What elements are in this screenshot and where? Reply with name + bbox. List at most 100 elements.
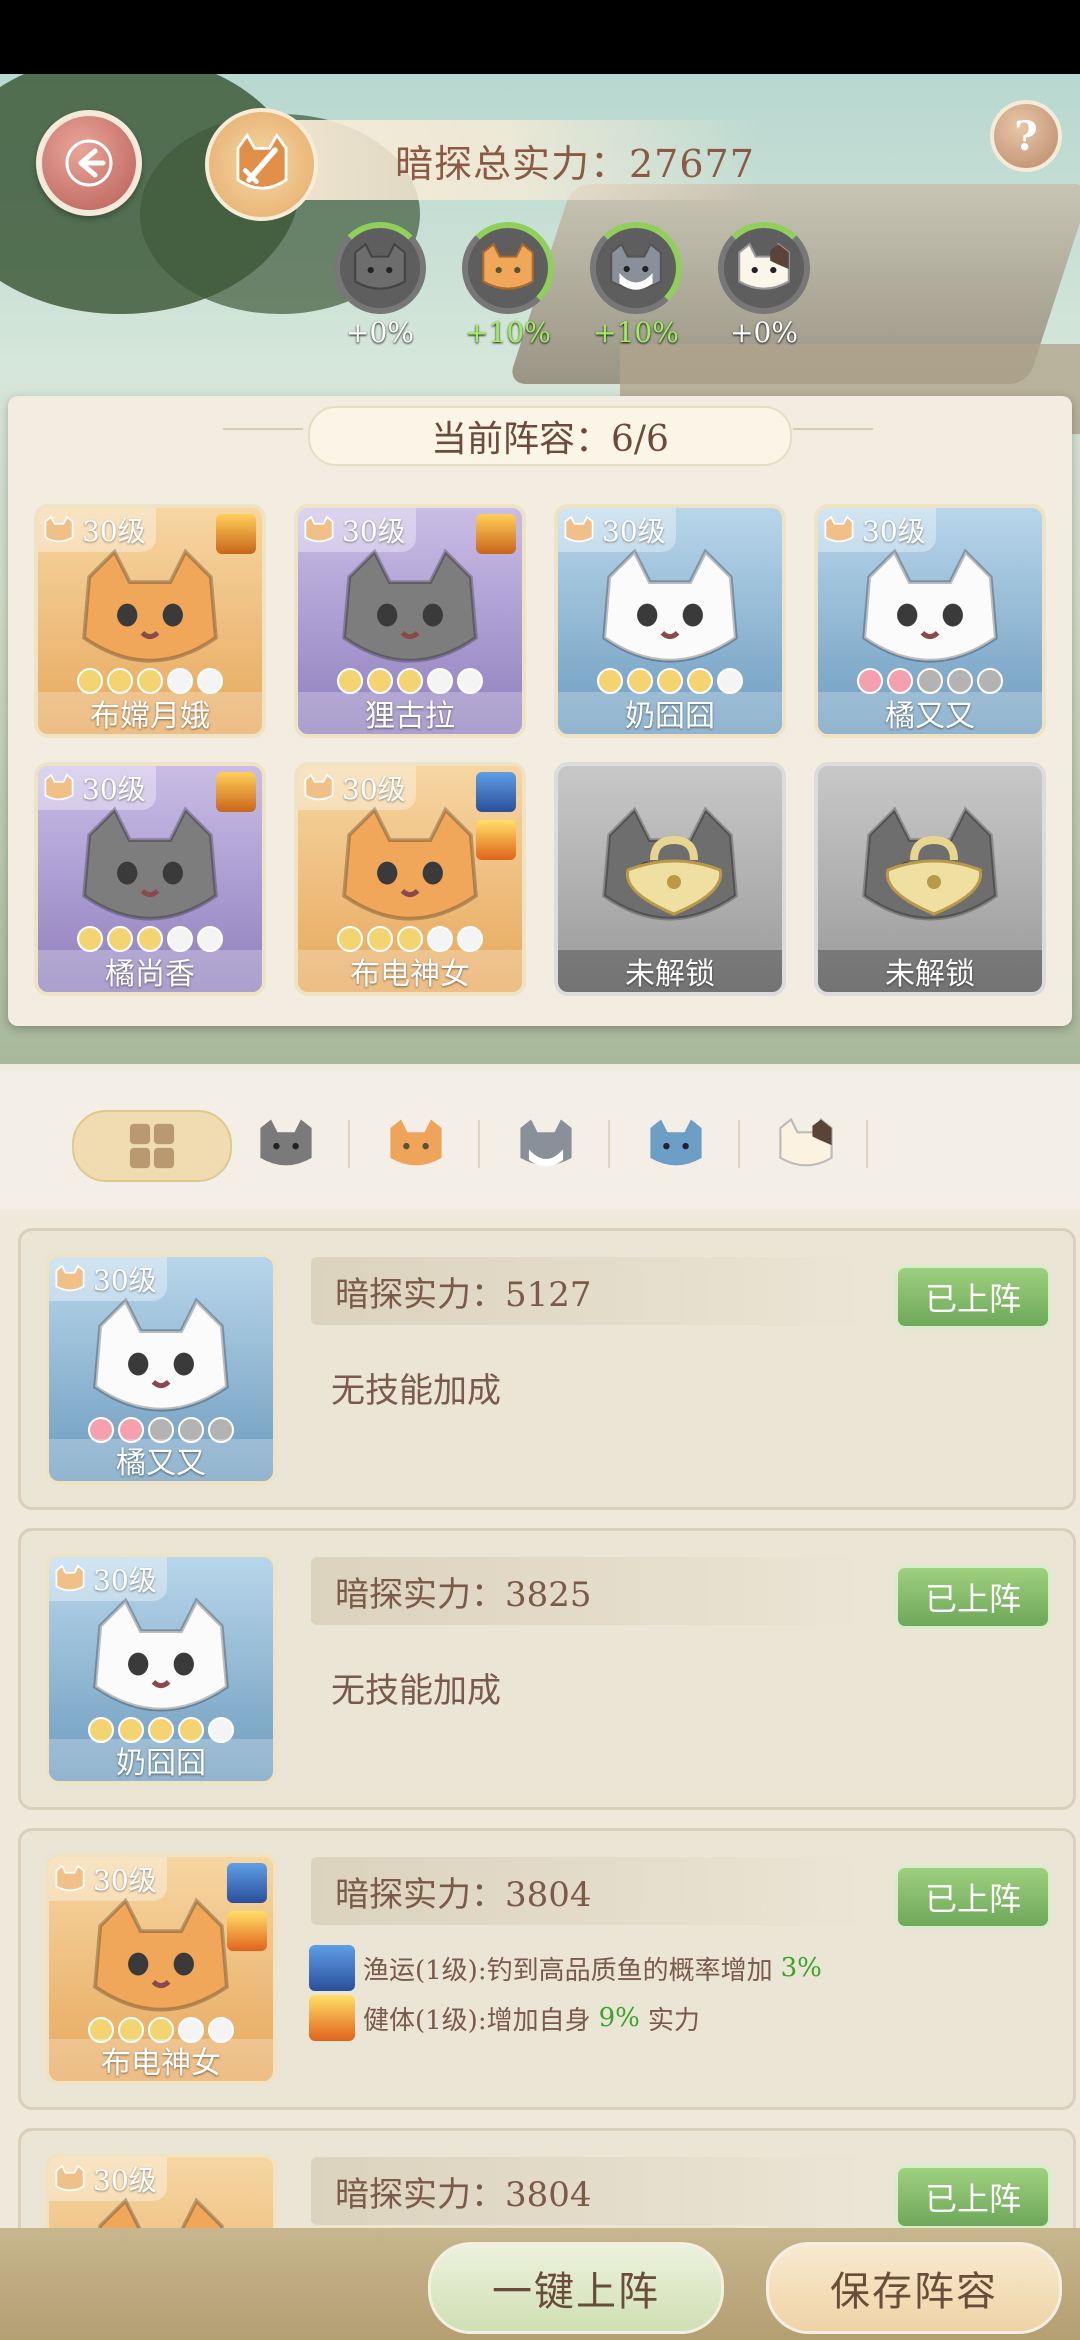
breed-bonus-gray-white[interactable]: +10% [586, 222, 686, 349]
breed-mini-icon [304, 515, 334, 543]
breed-bonus-row: +0% +10% +10% +0% [330, 222, 814, 349]
lineup-title-text: 当前阵容：6/6 [431, 419, 669, 460]
filter-all-button[interactable] [72, 1110, 232, 1182]
filter-divider [738, 1120, 740, 1168]
cat-card[interactable]: 30级 奶囧囧 [45, 1553, 277, 1785]
agent-row[interactable]: 30级 奶囧囧 暗探实力：3825 已上阵 无技能加成 [18, 1528, 1076, 1810]
total-power-text: 暗探总实力：27677 [395, 141, 755, 186]
cat-card[interactable]: 30级 布嫦月娥 [34, 504, 266, 738]
cat-portrait-icon [82, 806, 218, 921]
agent-row[interactable]: 30级 橘又又 暗探实力：5127 已上阵 无技能加成 [18, 1228, 1076, 1510]
bottom-action-bar: 一键上阵 保存阵容 [0, 2228, 1080, 2340]
skill-suffix: 实力 [647, 2005, 700, 2036]
breed-bonus-value: +10% [593, 316, 679, 349]
sword-cat-icon [205, 108, 318, 221]
breed-mini-icon [44, 773, 74, 801]
breed-bonus-value: +0% [346, 316, 414, 349]
question-icon: ? [1014, 112, 1038, 160]
deployed-status-button[interactable]: 已上阵 [895, 2165, 1051, 2229]
card-name-bar: 布嫦月娥 [38, 692, 262, 734]
deployed-status-button[interactable]: 已上阵 [895, 1265, 1051, 1329]
cat-portrait-icon [97, 2197, 225, 2230]
breed-filter-bar [0, 1070, 1080, 1210]
filter-divider [348, 1120, 350, 1168]
cat-portrait-icon [93, 1297, 229, 1412]
calico-cat-icon [738, 242, 790, 290]
cat-portrait-icon [82, 548, 218, 663]
deployed-status-label: 已上阵 [924, 2180, 1021, 2218]
deployed-status-label: 已上阵 [924, 1580, 1021, 1618]
card-name-bar: 橘尚香 [38, 950, 262, 992]
star-icon [717, 668, 743, 694]
cat-card[interactable]: 30级 布电神女 [294, 762, 526, 996]
filter-orange-cat-icon[interactable] [384, 1114, 448, 1174]
skill-line: 渔运(1级):钓到高品质鱼的概率增加 3% [309, 1945, 830, 1991]
breed-bonus-orange[interactable]: +10% [458, 222, 558, 349]
breed-bonus-calico[interactable]: +0% [714, 222, 814, 349]
help-button[interactable]: ? [990, 100, 1062, 172]
breed-mini-icon [55, 1264, 85, 1292]
cat-name: 橘又又 [885, 699, 975, 734]
gray-cat-icon [354, 242, 406, 290]
cat-portrait-icon [342, 548, 478, 663]
filter-blue-cat-icon[interactable] [644, 1114, 708, 1174]
star-icon [977, 668, 1003, 694]
cat-card[interactable]: 30级 狸古拉 [294, 504, 526, 738]
cat-portrait-icon [602, 548, 738, 663]
lock-icon [885, 835, 983, 916]
cat-name: 奶囧囧 [116, 1746, 206, 1781]
star-icon [197, 926, 223, 952]
star-icon [597, 668, 623, 694]
deployed-status-button[interactable]: 已上阵 [895, 1565, 1051, 1629]
skill-bonus-note: 无技能加成 [331, 1671, 501, 1711]
locked-slot-card[interactable]: 未解锁 [814, 762, 1046, 996]
card-name-bar: 布电神女 [298, 950, 522, 992]
breed-mini-icon [55, 1564, 85, 1592]
cat-portrait-icon [93, 1897, 229, 2012]
card-name-bar: 未解锁 [818, 950, 1042, 992]
back-button[interactable] [36, 110, 142, 216]
card-name-bar: 奶囧囧 [49, 1739, 273, 1781]
net-skill-icon [309, 1945, 355, 1991]
card-name-bar: 狸古拉 [298, 692, 522, 734]
cat-name: 未解锁 [885, 957, 975, 992]
filter-gray-cat-icon[interactable] [254, 1114, 318, 1174]
one-click-deploy-label: 一键上阵 [492, 2269, 660, 2315]
star-icon [457, 668, 483, 694]
breed-mini-icon [55, 2164, 85, 2192]
deployed-status-label: 已上阵 [924, 1280, 1021, 1318]
back-arrow-icon [65, 139, 113, 187]
save-lineup-button[interactable]: 保存阵容 [766, 2242, 1062, 2334]
locked-slot-card[interactable]: 未解锁 [554, 762, 786, 996]
filter-gray-white-cat-icon[interactable] [514, 1114, 578, 1174]
agent-power-bar: 暗探实力：3804 [311, 2157, 865, 2225]
deployed-status-button[interactable]: 已上阵 [895, 1865, 1051, 1929]
filter-divider [608, 1120, 610, 1168]
status-bar [0, 0, 1080, 74]
cat-card[interactable]: 30级 橘又又 [814, 504, 1046, 738]
cat-name: 布嫦月娥 [90, 699, 210, 734]
gray-white-cat-icon [610, 242, 662, 290]
filter-divider [478, 1120, 480, 1168]
cat-card[interactable]: 30级 布电神女 [45, 1853, 277, 2085]
breed-bonus-gray[interactable]: +0% [330, 222, 430, 349]
card-name-bar: 未解锁 [558, 950, 782, 992]
title-ornament-right [793, 428, 873, 430]
one-click-deploy-button[interactable]: 一键上阵 [428, 2242, 724, 2334]
breed-mini-icon [55, 1864, 85, 1892]
card-name-bar: 布电神女 [49, 2039, 273, 2081]
cat-card[interactable]: 30级 奶囧囧 [554, 504, 786, 738]
agent-row[interactable]: 30级 暗探实力：3804 已上阵 [18, 2128, 1076, 2230]
filter-calico-cat-icon[interactable] [774, 1114, 838, 1174]
deployed-status-label: 已上阵 [924, 1880, 1021, 1918]
cat-name: 橘尚香 [105, 957, 195, 992]
agent-list[interactable]: 30级 橘又又 暗探实力：5127 已上阵 无技能加成 30级 奶囧囧 暗探实力：3825 已上… [0, 1220, 1080, 2230]
cat-card[interactable]: 30级 橘尚香 [34, 762, 266, 996]
cat-portrait-icon [862, 548, 998, 663]
agent-row[interactable]: 30级 布电神女 暗探实力：3804 已上阵 渔运(1级):钓到高品质鱼的概率增加 3% 健… [18, 1828, 1076, 2110]
cat-card[interactable]: 30级 橘又又 [45, 1253, 277, 1485]
breed-mini-icon [44, 515, 74, 543]
breed-mini-icon [304, 773, 334, 801]
lineup-title: 当前阵容：6/6 [308, 406, 792, 466]
cat-card[interactable]: 30级 [45, 2153, 277, 2230]
